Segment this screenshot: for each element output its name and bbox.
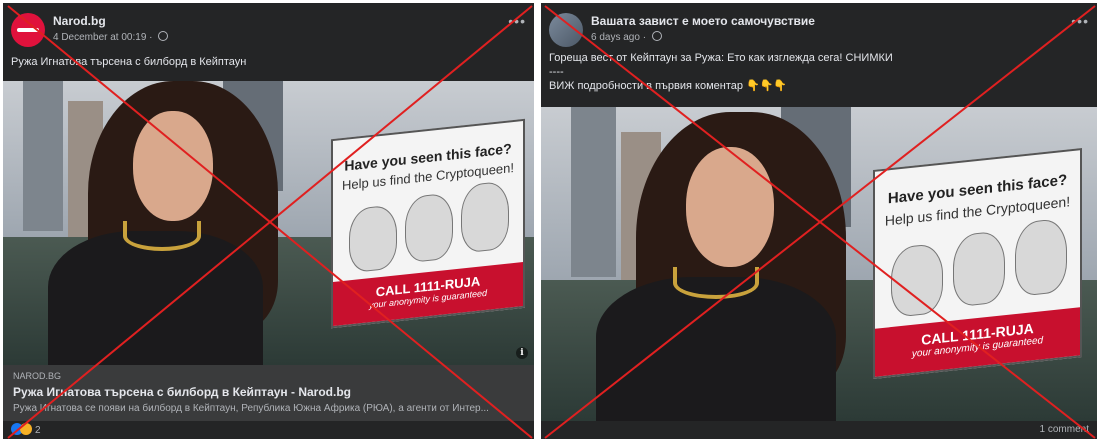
globe-icon [158, 31, 169, 41]
link-title[interactable]: Ружа Игнатова търсена с билборд в Кейпта… [13, 385, 351, 399]
post-photo[interactable]: Have you seen this face? Help us find th… [541, 107, 1097, 421]
post-header: Вашата завист е моето самочувствие 6 day… [549, 11, 1089, 51]
reaction-count: 2 [35, 425, 41, 436]
caption-line: Гореща вест от Кейптаун за Ружа: Ето как… [549, 52, 893, 64]
link-domain: NAROD.BG [13, 371, 62, 381]
post-author[interactable]: Вашата завист е моето самочувствие [591, 14, 815, 28]
caption-line: ВИЖ подробности в първия коментар 👇👇👇 [549, 80, 788, 92]
facebook-post-vashata: Вашата завист е моето самочувствие 6 day… [541, 3, 1097, 439]
reactions-summary[interactable]: 2 [11, 423, 41, 439]
post-author[interactable]: Narod.bg [53, 14, 106, 28]
comments-count[interactable]: 1 comment [1040, 424, 1089, 435]
post-caption: Ружа Игнатова търсена с билборд в Кейпта… [11, 56, 247, 68]
post-header: Narod.bg 4 December at 00:19 · ••• [11, 11, 526, 51]
more-options-icon[interactable]: ••• [508, 13, 526, 29]
facebook-post-narod: Narod.bg 4 December at 00:19 · ••• Ружа … [3, 3, 534, 439]
billboard: Have you seen this face? Help us find th… [331, 118, 525, 329]
info-icon[interactable]: i [516, 347, 528, 359]
more-options-icon[interactable]: ••• [1071, 13, 1089, 29]
link-preview[interactable]: NAROD.BG Ружа Игнатова търсена с билборд… [3, 365, 534, 421]
link-description: Ружа Игнатова се появи на билборд в Кейп… [13, 403, 489, 414]
haha-icon [20, 423, 32, 435]
caption-line: ---- [549, 66, 564, 78]
post-photo[interactable]: Have you seen this face? Help us find th… [3, 81, 534, 365]
post-timestamp[interactable]: 6 days ago · [591, 31, 662, 43]
avatar[interactable] [549, 13, 583, 47]
post-caption: Гореща вест от Кейптаун за Ружа: Ето как… [549, 51, 893, 93]
post-timestamp[interactable]: 4 December at 00:19 · [53, 31, 169, 43]
billboard: Have you seen this face? Help us find th… [873, 148, 1082, 379]
globe-icon [651, 31, 662, 41]
avatar[interactable] [11, 13, 45, 47]
